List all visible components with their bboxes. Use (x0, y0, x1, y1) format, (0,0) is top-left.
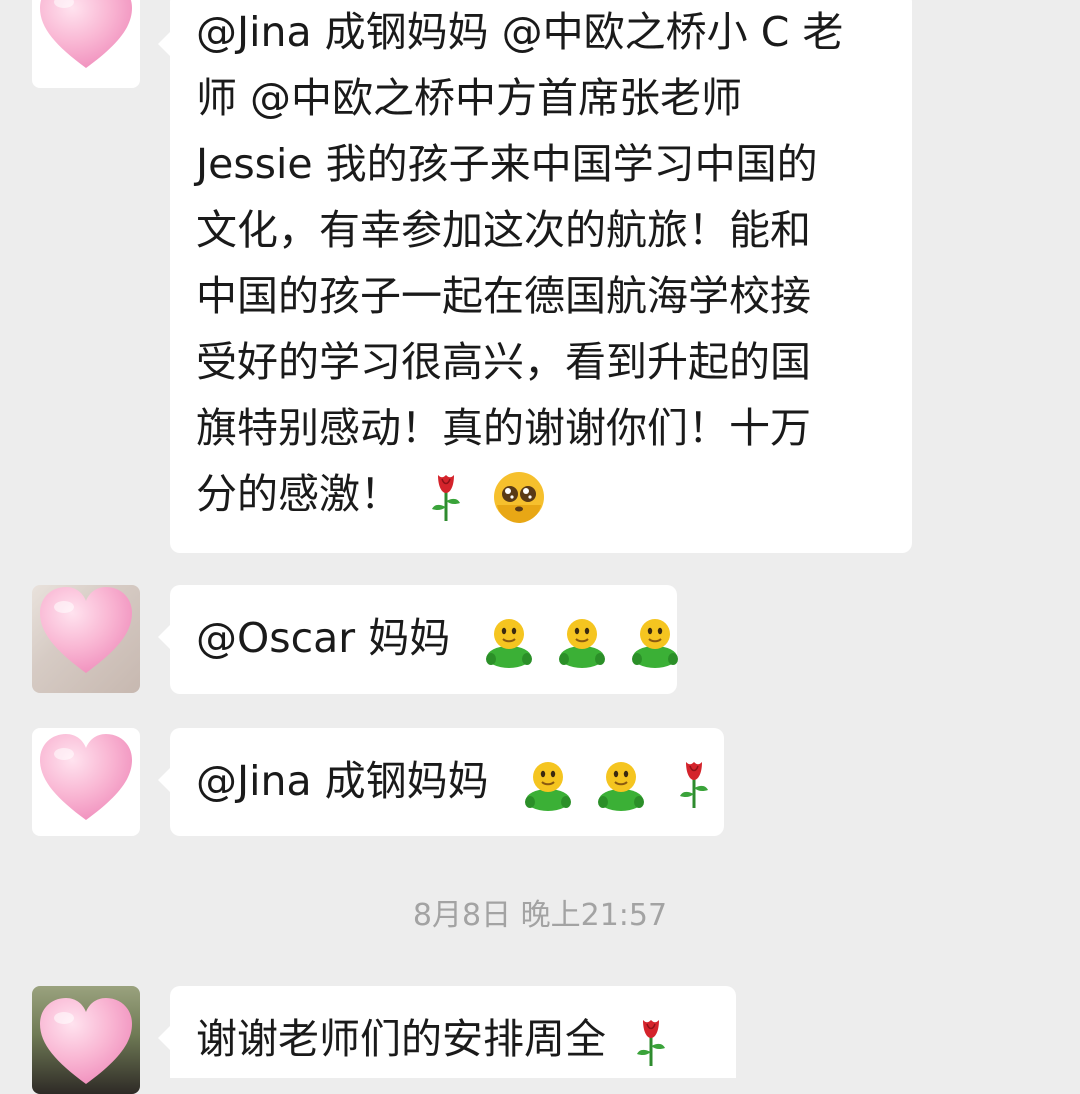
sender-avatar[interactable] (32, 0, 140, 88)
message-line: @Jina 成钢妈妈 @中欧之桥小 C 老 (196, 8, 844, 56)
green-figure-emoji-icon (627, 613, 683, 669)
rose-emoji-icon (418, 469, 474, 525)
message-line: @Jina 成钢妈妈 (196, 748, 698, 814)
green-figure-emoji-icon (481, 613, 537, 669)
message-line: 谢谢老师们的安排周全 (196, 1006, 710, 1072)
message-line: @Oscar 妈妈 (196, 605, 651, 671)
sender-avatar[interactable] (32, 728, 140, 836)
message-line: 文化，有幸参加这次的航旅！能和 (196, 206, 811, 254)
message-line: 旗特别感动！真的谢谢你们！十万 (196, 404, 811, 452)
message-line: 师 @中欧之桥中方首席张老师 (196, 74, 743, 122)
message-line: 分的感激！ (196, 461, 886, 527)
message-line: Jessie 我的孩子来中国学习中国的 (196, 140, 818, 188)
green-figure-emoji-icon (593, 756, 649, 812)
message-bubble[interactable]: @Oscar 妈妈 (158, 585, 677, 694)
message-line: 受好的学习很高兴，看到升起的国 (196, 338, 811, 386)
message-bubble[interactable]: @Jina 成钢妈妈 @中欧之桥小 C 老 师 @中欧之桥中方首席张老师 Jes… (158, 0, 912, 553)
message-text: 分的感激！ (196, 470, 401, 518)
message-bubble[interactable]: @Jina 成钢妈妈 (158, 728, 724, 836)
heart-icon (36, 585, 136, 681)
green-figure-emoji-icon (554, 613, 610, 669)
heart-icon (36, 992, 136, 1092)
message-text: @Oscar 妈妈 (196, 614, 451, 662)
message-text: 谢谢老师们的安排周全 (196, 1015, 606, 1063)
sender-avatar[interactable] (32, 585, 140, 693)
message-line: 中国的孩子一起在德国航海学校接 (196, 272, 811, 320)
heart-icon (36, 0, 136, 76)
heart-icon (36, 728, 136, 828)
message-text: @Jina 成钢妈妈 (196, 757, 489, 805)
green-figure-emoji-icon (520, 756, 576, 812)
message-bubble[interactable]: 谢谢老师们的安排周全 (158, 986, 736, 1078)
rose-emoji-icon (623, 1014, 679, 1070)
teary-face-emoji-icon (491, 469, 547, 525)
chat-timestamp: 8月8日 晚上21:57 (412, 898, 668, 933)
rose-emoji-icon (666, 756, 722, 812)
